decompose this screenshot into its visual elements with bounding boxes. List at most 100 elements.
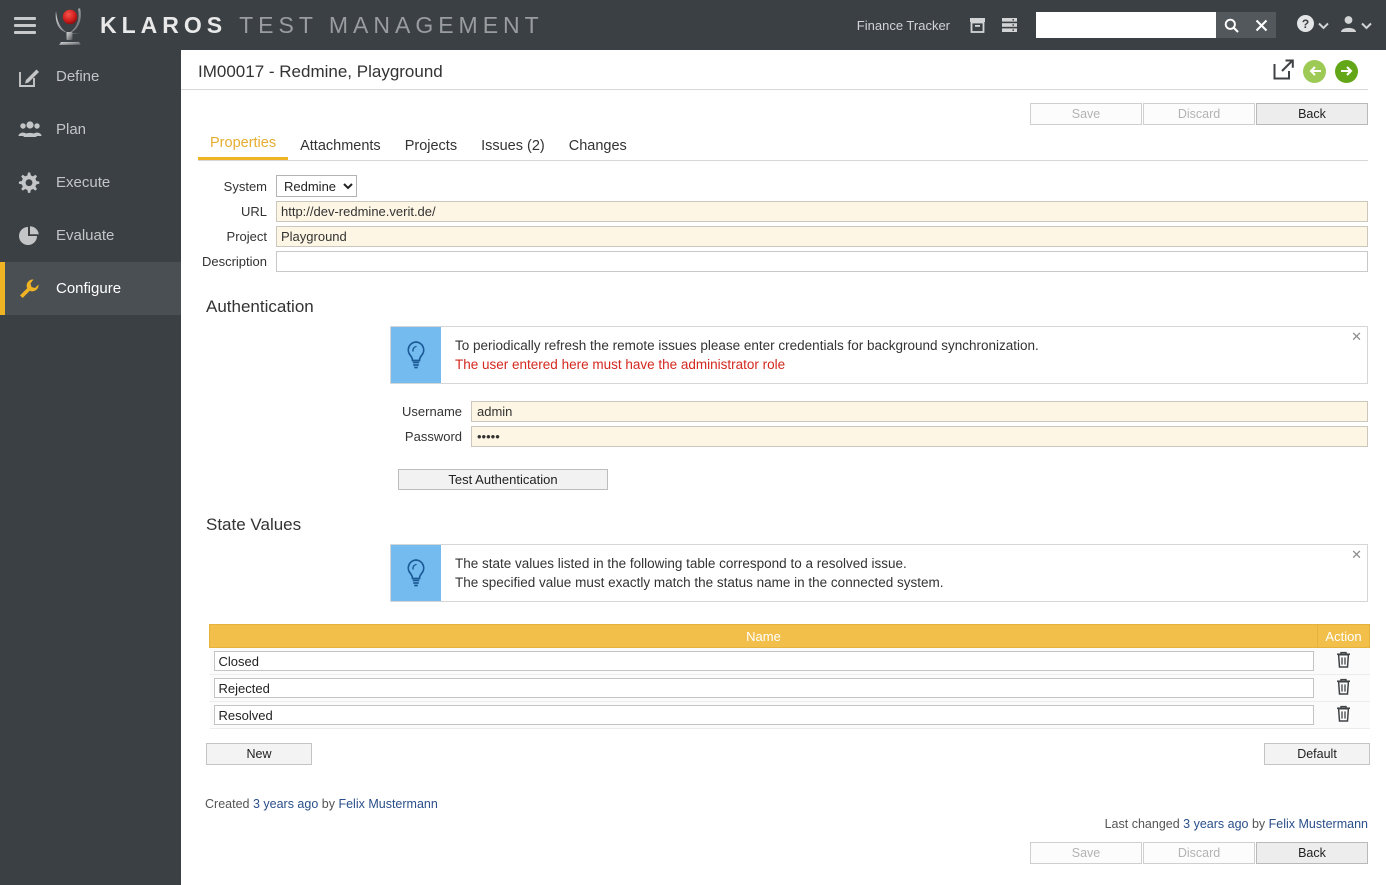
sidebar-item-evaluate[interactable]: Evaluate	[0, 209, 181, 262]
sidebar-item-label: Configure	[56, 280, 121, 297]
sidebar-navigation: Define Plan Execute	[0, 50, 181, 885]
table-header-row: Name Action	[210, 625, 1370, 648]
sidebar-item-plan[interactable]: Plan	[0, 103, 181, 156]
global-search	[1036, 12, 1276, 38]
state-values-notice: The state values listed in the following…	[390, 544, 1368, 602]
notice-line-primary: To periodically refresh the remote issue…	[455, 336, 1039, 355]
description-label: Description	[198, 254, 276, 269]
authentication-notice-body: To periodically refresh the remote issue…	[441, 327, 1053, 383]
state-name-input[interactable]	[214, 651, 1314, 671]
server-rack-icon[interactable]	[996, 12, 1022, 38]
help-circle-icon: ?	[1296, 14, 1315, 36]
arrow-right-circle-icon[interactable]	[1335, 60, 1358, 83]
klaros-logo-icon	[50, 4, 90, 46]
system-label: System	[198, 179, 276, 194]
user-avatar-icon	[1339, 14, 1358, 36]
search-icon[interactable]	[1216, 12, 1246, 38]
state-values-notice-body: The state values listed in the following…	[441, 545, 958, 601]
username-label: Username	[181, 404, 471, 419]
state-action-cell	[1318, 648, 1370, 675]
external-link-icon[interactable]	[1273, 59, 1294, 83]
back-button-top[interactable]: Back	[1256, 103, 1368, 125]
state-name-input[interactable]	[214, 705, 1314, 725]
state-name-input[interactable]	[214, 678, 1314, 698]
user-menu[interactable]	[1339, 14, 1372, 36]
table-row	[210, 702, 1370, 729]
help-menu[interactable]: ?	[1296, 14, 1329, 36]
properties-form: System Redmine URL Project Description	[198, 175, 1368, 272]
lightbulb-icon	[391, 545, 441, 601]
system-select[interactable]: Redmine	[276, 175, 357, 197]
tab-bar: Properties Attachments Projects Issues (…	[198, 134, 1368, 161]
back-button-bottom[interactable]: Back	[1256, 842, 1368, 864]
project-input[interactable]	[276, 226, 1368, 247]
save-button-bottom[interactable]: Save	[1030, 842, 1142, 864]
notice-line-secondary: The specified value must exactly match t…	[455, 573, 944, 592]
tab-projects[interactable]: Projects	[393, 138, 469, 160]
main-content: IM00017 - Redmine, Playground	[181, 50, 1386, 885]
sidebar-item-label: Evaluate	[56, 227, 114, 244]
archive-box-icon[interactable]	[964, 12, 990, 38]
close-icon[interactable]: ✕	[1351, 330, 1362, 343]
trash-icon[interactable]	[1336, 705, 1351, 722]
chevron-down-icon	[1318, 18, 1329, 33]
state-values-buttons: New Default	[206, 743, 1370, 765]
sidebar-item-configure[interactable]: Configure	[0, 262, 181, 315]
changed-timestamp[interactable]: 3 years ago	[1183, 817, 1248, 831]
sidebar-item-execute[interactable]: Execute	[0, 156, 181, 209]
username-input[interactable]	[471, 401, 1368, 422]
lightbulb-icon	[391, 327, 441, 383]
form-row-project: Project	[198, 226, 1368, 247]
tab-changes[interactable]: Changes	[557, 138, 639, 160]
table-row	[210, 675, 1370, 702]
state-name-cell	[210, 702, 1318, 729]
password-input[interactable]	[471, 426, 1368, 447]
close-icon[interactable]: ✕	[1351, 548, 1362, 561]
authentication-notice: To periodically refresh the remote issue…	[390, 326, 1368, 384]
clear-search-icon[interactable]	[1246, 12, 1276, 38]
trash-icon[interactable]	[1336, 678, 1351, 695]
created-info: Created 3 years ago by Felix Mustermann	[205, 797, 1386, 811]
column-header-name: Name	[210, 625, 1318, 648]
created-user-link[interactable]: Felix Mustermann	[338, 797, 437, 811]
tab-attachments[interactable]: Attachments	[288, 138, 393, 160]
trash-icon[interactable]	[1336, 651, 1351, 668]
created-by-word: by	[322, 797, 335, 811]
top-action-buttons: Save Discard Back	[181, 90, 1386, 125]
created-timestamp[interactable]: 3 years ago	[253, 797, 318, 811]
bottom-action-buttons: Save Discard Back	[181, 831, 1386, 864]
new-state-value-button[interactable]: New	[206, 743, 312, 765]
discard-button-top[interactable]: Discard	[1143, 103, 1255, 125]
description-input[interactable]	[276, 251, 1368, 272]
brand-secondary: TEST MANAGEMENT	[239, 12, 544, 39]
form-row-description: Description	[198, 251, 1368, 272]
search-input[interactable]	[1036, 12, 1216, 38]
page-header: IM00017 - Redmine, Playground	[181, 50, 1368, 90]
tab-issues[interactable]: Issues (2)	[469, 138, 557, 160]
hamburger-menu-icon[interactable]	[14, 17, 36, 34]
url-input[interactable]	[276, 201, 1368, 222]
wrench-icon	[18, 278, 48, 300]
discard-button-bottom[interactable]: Discard	[1143, 842, 1255, 864]
state-values-heading: State Values	[206, 515, 1386, 535]
chevron-down-icon	[1361, 18, 1372, 33]
url-label: URL	[198, 204, 276, 219]
sidebar-item-label: Plan	[56, 121, 86, 138]
created-prefix: Created	[205, 797, 249, 811]
changed-prefix: Last changed	[1105, 817, 1180, 831]
state-action-cell	[1318, 675, 1370, 702]
test-authentication-button[interactable]: Test Authentication	[398, 469, 608, 490]
authentication-heading: Authentication	[206, 297, 1386, 317]
arrow-left-circle-icon[interactable]	[1303, 60, 1326, 83]
save-button-top[interactable]: Save	[1030, 103, 1142, 125]
tab-properties[interactable]: Properties	[198, 135, 288, 160]
notice-line-warning: The user entered here must have the admi…	[455, 355, 1039, 374]
form-row-url: URL	[198, 201, 1368, 222]
project-label: Project	[198, 229, 276, 244]
default-state-values-button[interactable]: Default	[1264, 743, 1370, 765]
notice-line-primary: The state values listed in the following…	[455, 554, 944, 573]
sidebar-item-define[interactable]: Define	[0, 50, 181, 103]
form-row-username: Username	[181, 401, 1368, 422]
table-row	[210, 648, 1370, 675]
changed-user-link[interactable]: Felix Mustermann	[1269, 817, 1368, 831]
